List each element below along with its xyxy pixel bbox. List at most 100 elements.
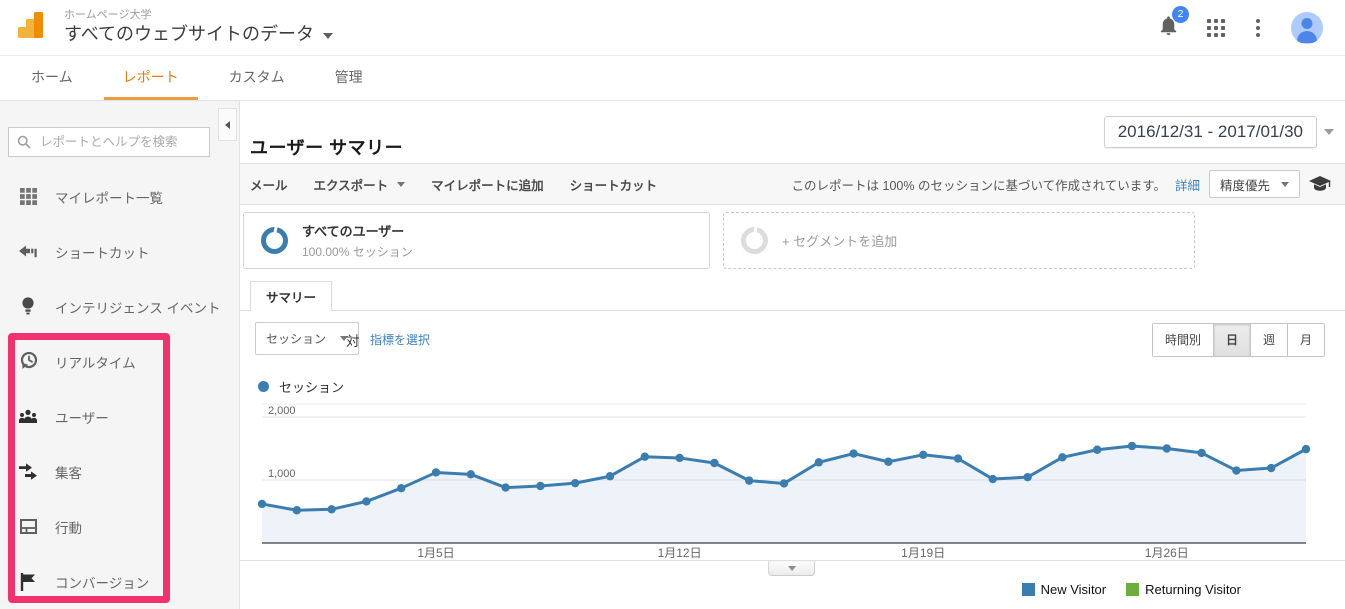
chart-point[interactable]	[432, 468, 440, 476]
metric-dropdown[interactable]: セッション	[255, 322, 359, 355]
sidebar-item-realtime[interactable]: リアルタイム	[0, 334, 238, 389]
sidebar-item-label: ユーザー	[55, 407, 109, 427]
chart-point[interactable]	[362, 497, 370, 505]
shortcut-button[interactable]: ショートカット	[570, 175, 658, 194]
chart-point[interactable]	[815, 458, 823, 466]
user-avatar[interactable]	[1291, 12, 1323, 44]
chart-point[interactable]	[641, 452, 649, 460]
chart-point[interactable]	[1267, 464, 1275, 472]
chart-point[interactable]	[536, 482, 544, 490]
series-dot-icon	[258, 381, 269, 392]
granularity-week-button[interactable]: 週	[1250, 324, 1287, 356]
chart-point[interactable]	[1058, 453, 1066, 461]
account-name: ホームページ大学	[64, 9, 333, 22]
apps-grid-button[interactable]	[1207, 19, 1225, 37]
chart-point[interactable]	[1128, 442, 1136, 450]
email-button[interactable]: メール	[250, 175, 288, 194]
chart-point[interactable]	[293, 506, 301, 514]
chart-point[interactable]	[327, 505, 335, 513]
tab-summary[interactable]: サマリー	[250, 281, 332, 311]
chart-point[interactable]	[606, 472, 614, 480]
chart-point[interactable]	[571, 479, 579, 487]
granularity-day-button[interactable]: 日	[1213, 324, 1250, 356]
notification-badge: 2	[1172, 6, 1189, 23]
add-to-dashboard-button[interactable]: マイレポートに追加	[431, 175, 544, 194]
granularity-button-group: 時間別 日 週 月	[1152, 323, 1325, 357]
sampling-details-link[interactable]: 詳細	[1175, 175, 1200, 194]
series-legend: セッション	[258, 377, 344, 396]
sidebar-item-shortcuts[interactable]: ショートカット	[0, 224, 238, 279]
sidebar-collapse-button[interactable]	[218, 108, 237, 141]
chart-expander-button[interactable]	[768, 561, 815, 576]
chart-point[interactable]	[1302, 445, 1310, 453]
more-menu-button[interactable]	[1252, 19, 1264, 37]
chart-point[interactable]	[1197, 449, 1205, 457]
sidebar-item-label: マイレポート一覧	[55, 187, 163, 207]
sidebar-item-dashboards[interactable]: マイレポート一覧	[0, 169, 238, 224]
sidebar-item-acquisition[interactable]: 集客	[0, 444, 238, 499]
analytics-logo-icon	[18, 11, 44, 44]
legend-new-visitor: New Visitor	[1022, 582, 1107, 597]
sidebar-search	[8, 127, 210, 157]
segments-row: すべてのユーザー 100.00% セッション + セグメントを追加	[243, 212, 1195, 269]
chart-point[interactable]	[745, 476, 753, 484]
sidebar-item-audience[interactable]: ユーザー	[0, 389, 238, 444]
precision-mode-dropdown[interactable]: 精度優先	[1209, 170, 1300, 198]
chart-point[interactable]	[954, 454, 962, 462]
chart-point[interactable]	[919, 451, 927, 459]
sidebar-item-behavior[interactable]: 行動	[0, 499, 238, 554]
page-title: ユーザー サマリー	[250, 134, 403, 160]
sidebar-item-conversions[interactable]: コンバージョン	[0, 554, 238, 609]
sidebar-item-label: 集客	[55, 462, 82, 482]
search-input[interactable]	[38, 134, 201, 150]
google-analytics-app: ホームページ大学 すべてのウェブサイトのデータ 2	[0, 0, 1345, 609]
segment-subtitle: 100.00% セッション	[302, 243, 413, 260]
conversions-flag-icon	[18, 573, 38, 591]
granularity-hourly-button[interactable]: 時間別	[1153, 324, 1213, 356]
search-icon	[17, 135, 31, 149]
chart-point[interactable]	[258, 500, 266, 508]
chart-point[interactable]	[1163, 444, 1171, 452]
svg-text:1月26日: 1月26日	[1145, 546, 1189, 560]
add-segment-button[interactable]: + セグメントを追加	[723, 212, 1195, 269]
tab-home[interactable]: ホーム	[12, 56, 92, 100]
chart-point[interactable]	[397, 484, 405, 492]
sidebar-item-intelligence[interactable]: インテリジェンス イベント	[0, 279, 238, 334]
chart-point[interactable]	[1232, 466, 1240, 474]
chevron-down-icon	[788, 566, 796, 571]
visitor-type-legend: New Visitor Returning Visitor	[1022, 582, 1241, 597]
sessions-chart[interactable]: 1,0002,0001月5日1月12日1月19日1月26日	[240, 398, 1345, 563]
account-selector[interactable]: ホームページ大学 すべてのウェブサイトのデータ	[64, 9, 333, 46]
segment-donut-icon	[261, 227, 288, 254]
legend-label: Returning Visitor	[1145, 582, 1241, 597]
tab-custom[interactable]: カスタム	[210, 56, 304, 100]
select-metric-link[interactable]: 指標を選択	[370, 331, 430, 348]
segment-all-users[interactable]: すべてのユーザー 100.00% セッション	[243, 212, 710, 269]
tab-admin[interactable]: 管理	[316, 56, 382, 100]
graduation-cap-icon[interactable]	[1309, 176, 1331, 193]
dashboards-grid-icon	[18, 188, 38, 205]
shortcut-arrow-icon	[18, 245, 38, 258]
notifications-button[interactable]: 2	[1157, 13, 1180, 43]
chart-point[interactable]	[1023, 473, 1031, 481]
chart-point[interactable]	[780, 479, 788, 487]
chevron-down-icon	[397, 182, 405, 187]
tab-reports[interactable]: レポート	[104, 56, 198, 100]
segment-donut-icon	[741, 227, 768, 254]
chart-point[interactable]	[989, 475, 997, 483]
chart-point[interactable]	[849, 449, 857, 457]
chart-point[interactable]	[884, 458, 892, 466]
acquisition-arrows-icon	[18, 463, 38, 480]
chart-point[interactable]	[501, 483, 509, 491]
realtime-clock-bubble-icon	[18, 352, 38, 371]
granularity-month-button[interactable]: 月	[1287, 324, 1324, 356]
top-bar: ホームページ大学 すべてのウェブサイトのデータ 2	[0, 0, 1345, 56]
date-range-selector[interactable]: 2016/12/31 - 2017/01/30	[1104, 116, 1334, 148]
chart-point[interactable]	[467, 470, 475, 478]
export-button[interactable]: エクスポート	[314, 175, 406, 194]
chevron-down-icon	[1281, 182, 1289, 187]
chart-point[interactable]	[1093, 446, 1101, 454]
property-name: すべてのウェブサイトのデータ	[64, 24, 314, 46]
chart-point[interactable]	[710, 459, 718, 467]
chart-point[interactable]	[675, 454, 683, 462]
